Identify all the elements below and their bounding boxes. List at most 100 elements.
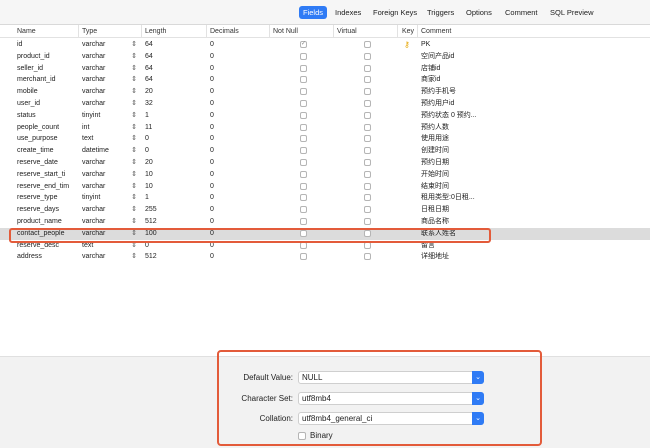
virtual-checkbox[interactable] xyxy=(364,52,371,60)
tab-triggers[interactable]: Triggers xyxy=(423,6,458,19)
field-type[interactable]: varchar xyxy=(82,228,126,240)
field-comment[interactable]: 预约日期 xyxy=(421,157,496,169)
field-type[interactable]: datetime xyxy=(82,145,126,157)
field-name[interactable]: product_id xyxy=(17,51,77,63)
virtual-checkbox[interactable] xyxy=(364,170,371,178)
table-row[interactable]: id varchar ⇕ 64 0 ✓ ⚷ PK xyxy=(0,39,650,51)
field-name[interactable]: reserve_start_ti xyxy=(17,169,77,181)
field-comment[interactable]: 空间产品id xyxy=(421,51,496,63)
field-name[interactable]: user_id xyxy=(17,98,77,110)
field-length[interactable]: 64 xyxy=(145,39,195,51)
field-type[interactable]: varchar xyxy=(82,74,126,86)
table-row[interactable]: seller_id varchar ⇕ 64 0 店铺id xyxy=(0,63,650,75)
virtual-checkbox[interactable] xyxy=(364,123,371,131)
field-type[interactable]: varchar xyxy=(82,39,126,51)
field-name[interactable]: product_name xyxy=(17,216,77,228)
field-decimals[interactable]: 0 xyxy=(210,228,260,240)
field-name[interactable]: address xyxy=(17,251,77,263)
field-type[interactable]: varchar xyxy=(82,251,126,263)
tab-options[interactable]: Options xyxy=(462,6,496,19)
field-name[interactable]: create_time xyxy=(17,145,77,157)
field-name[interactable]: people_count xyxy=(17,122,77,134)
type-stepper-icon[interactable]: ⇕ xyxy=(130,133,138,145)
field-decimals[interactable]: 0 xyxy=(210,39,260,51)
field-length[interactable]: 32 xyxy=(145,98,195,110)
col-header-not-null[interactable]: Not Null xyxy=(273,25,298,38)
field-decimals[interactable]: 0 xyxy=(210,192,260,204)
default-value-combobox[interactable]: NULL ⌄ xyxy=(298,371,484,384)
col-header-type[interactable]: Type xyxy=(82,25,97,38)
not-null-checkbox[interactable] xyxy=(300,147,307,155)
column-divider[interactable] xyxy=(269,25,270,38)
table-row[interactable]: address varchar ⇕ 512 0 详细地址 xyxy=(0,251,650,263)
field-name[interactable]: reserve_end_tim xyxy=(17,181,77,193)
field-type[interactable]: tinyint xyxy=(82,192,126,204)
not-null-checkbox[interactable] xyxy=(300,253,307,261)
not-null-checkbox[interactable] xyxy=(300,64,307,72)
not-null-checkbox[interactable] xyxy=(300,111,307,119)
not-null-checkbox[interactable] xyxy=(300,158,307,166)
virtual-checkbox[interactable] xyxy=(364,206,371,214)
column-divider[interactable] xyxy=(417,25,418,38)
field-comment[interactable]: 商家id xyxy=(421,74,496,86)
field-name[interactable]: use_purpose xyxy=(17,133,77,145)
not-null-checkbox[interactable] xyxy=(300,135,307,143)
field-comment[interactable]: 开始时间 xyxy=(421,169,496,181)
virtual-checkbox[interactable] xyxy=(364,147,371,155)
binary-checkbox[interactable] xyxy=(298,432,306,440)
virtual-checkbox[interactable] xyxy=(364,99,371,107)
col-header-comment[interactable]: Comment xyxy=(421,25,451,38)
field-decimals[interactable]: 0 xyxy=(210,181,260,193)
column-divider[interactable] xyxy=(333,25,334,38)
field-comment[interactable]: 预约手机号 xyxy=(421,86,496,98)
virtual-checkbox[interactable] xyxy=(364,88,371,96)
field-comment[interactable]: 商品名称 xyxy=(421,216,496,228)
type-stepper-icon[interactable]: ⇕ xyxy=(130,251,138,263)
col-header-length[interactable]: Length xyxy=(145,25,166,38)
field-comment[interactable]: 预约人数 xyxy=(421,122,496,134)
table-row[interactable]: reserve_end_tim varchar ⇕ 10 0 结束时间 xyxy=(0,181,650,193)
virtual-checkbox[interactable] xyxy=(364,217,371,225)
field-comment[interactable]: 详细地址 xyxy=(421,251,496,263)
field-length[interactable]: 0 xyxy=(145,240,195,252)
table-row[interactable]: use_purpose text ⇕ 0 0 使用用途 xyxy=(0,133,650,145)
virtual-checkbox[interactable] xyxy=(364,135,371,143)
field-comment[interactable]: 预约用户id xyxy=(421,98,496,110)
not-null-checkbox[interactable]: ✓ xyxy=(300,41,307,48)
type-stepper-icon[interactable]: ⇕ xyxy=(130,51,138,63)
field-name[interactable]: reserve_type xyxy=(17,192,77,204)
field-decimals[interactable]: 0 xyxy=(210,122,260,134)
field-comment[interactable]: 联系人姓名 xyxy=(421,228,496,240)
field-length[interactable]: 512 xyxy=(145,251,195,263)
chevron-down-icon[interactable]: ⌄ xyxy=(472,392,484,405)
table-row[interactable]: reserve_days varchar ⇕ 255 0 日租日期 xyxy=(0,204,650,216)
virtual-checkbox[interactable] xyxy=(364,194,371,202)
virtual-checkbox[interactable] xyxy=(364,229,371,237)
type-stepper-icon[interactable]: ⇕ xyxy=(130,157,138,169)
not-null-checkbox[interactable] xyxy=(300,88,307,96)
character-set-select[interactable]: utf8mb4 ⌄ xyxy=(298,392,484,405)
field-length[interactable]: 255 xyxy=(145,204,195,216)
not-null-checkbox[interactable] xyxy=(300,217,307,225)
field-comment[interactable]: 日租日期 xyxy=(421,204,496,216)
virtual-checkbox[interactable] xyxy=(364,253,371,261)
type-stepper-icon[interactable]: ⇕ xyxy=(130,240,138,252)
table-row[interactable]: create_time datetime ⇕ 0 0 创建时间 xyxy=(0,145,650,157)
type-stepper-icon[interactable]: ⇕ xyxy=(130,228,138,240)
field-name[interactable]: reserve_date xyxy=(17,157,77,169)
field-name[interactable]: mobile xyxy=(17,86,77,98)
not-null-checkbox[interactable] xyxy=(300,194,307,202)
field-length[interactable]: 512 xyxy=(145,216,195,228)
field-comment[interactable]: 留言 xyxy=(421,240,496,252)
field-length[interactable]: 1 xyxy=(145,110,195,122)
field-decimals[interactable]: 0 xyxy=(210,133,260,145)
column-divider[interactable] xyxy=(141,25,142,38)
col-header-key[interactable]: Key xyxy=(402,25,414,38)
field-decimals[interactable]: 0 xyxy=(210,63,260,75)
field-name[interactable]: seller_id xyxy=(17,63,77,75)
type-stepper-icon[interactable]: ⇕ xyxy=(130,39,138,51)
field-decimals[interactable]: 0 xyxy=(210,169,260,181)
field-type[interactable]: varchar xyxy=(82,86,126,98)
field-decimals[interactable]: 0 xyxy=(210,145,260,157)
field-decimals[interactable]: 0 xyxy=(210,110,260,122)
